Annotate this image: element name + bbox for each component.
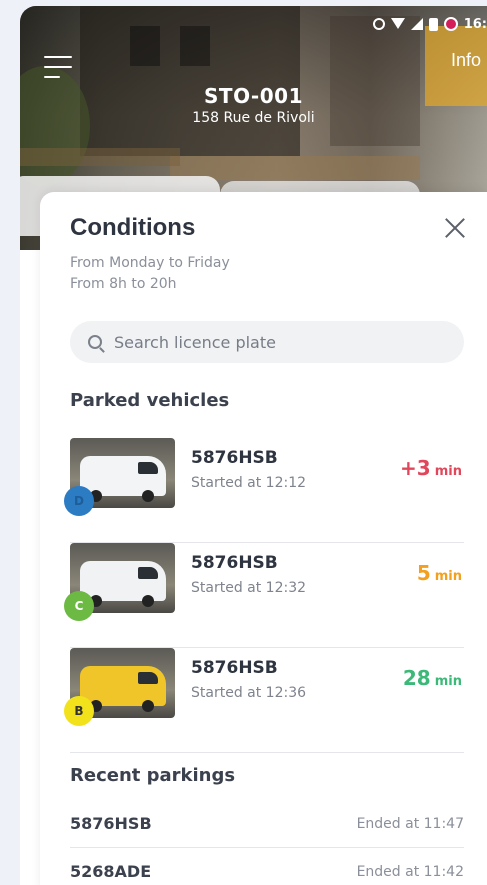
end-time: Ended at 11:42 (356, 863, 464, 880)
parked-vehicle-row[interactable]: B 5876HSB Started at 12:36 28 min (64, 648, 464, 753)
recent-plate: 5268ADE (70, 862, 152, 881)
search-icon (88, 335, 102, 349)
status-bar: 16: (372, 12, 487, 36)
search-input[interactable] (114, 332, 434, 352)
station-code: STO-001 (204, 84, 303, 108)
vehicle-plate: 5876HSB (191, 553, 278, 573)
recent-parking-row[interactable]: 5268ADE Ended at 11:42 (70, 848, 464, 885)
parking-duration: 5 min (417, 561, 462, 585)
duration-value: 28 (402, 666, 431, 690)
parking-duration: +3 min (400, 456, 462, 480)
start-time: Started at 12:36 (191, 685, 307, 701)
parking-duration: 28 min (403, 666, 462, 690)
condition-hours: From 8h to 20h (70, 276, 177, 292)
start-time: Started at 12:12 (191, 475, 307, 491)
parked-vehicles-title: Parked vehicles (70, 390, 230, 411)
zone-badge: C (64, 591, 94, 621)
duration-unit: min (434, 569, 462, 584)
parked-vehicle-row[interactable]: C 5876HSB Started at 12:32 5 min (64, 543, 464, 648)
start-time: Started at 12:32 (191, 580, 307, 596)
duration-value: 5 (416, 561, 431, 585)
alarm-icon (372, 18, 385, 30)
status-time: 16: (463, 16, 487, 32)
close-icon[interactable] (443, 216, 467, 240)
menu-button[interactable] (44, 56, 72, 78)
zone-badge: B (64, 696, 94, 726)
vehicle-plate: 5876HSB (191, 658, 278, 678)
condition-days: From Monday to Friday (70, 255, 230, 271)
end-time: Ended at 11:47 (356, 815, 464, 832)
duration-unit: min (434, 464, 462, 479)
duration-unit: min (434, 674, 462, 689)
phone-screen: 16: Info STO-001 158 Rue de Rivoli Condi… (20, 6, 487, 885)
recent-plate: 5876HSB (70, 814, 152, 833)
recent-parkings-title: Recent parkings (70, 765, 236, 786)
parked-vehicle-row[interactable]: D 5876HSB Started at 12:12 +3 min (64, 438, 464, 543)
hamburger-icon (44, 56, 72, 58)
battery-icon (428, 17, 438, 31)
search-bar[interactable] (70, 321, 464, 363)
sheet-title: Conditions (70, 214, 196, 241)
station-address: 158 Rue de Rivoli (192, 110, 315, 126)
recent-parking-row[interactable]: 5876HSB Ended at 11:47 (70, 800, 464, 848)
signal-icon (410, 18, 423, 30)
vehicle-plate: 5876HSB (191, 448, 278, 468)
wifi-icon (390, 18, 405, 30)
station-header: STO-001 158 Rue de Rivoli (20, 84, 487, 126)
notification-icon (443, 17, 458, 31)
info-button[interactable]: Info (451, 50, 481, 71)
zone-badge: D (64, 486, 94, 516)
duration-value: +3 (400, 456, 431, 480)
conditions-sheet: Conditions From Monday to Friday From 8h… (40, 192, 487, 885)
